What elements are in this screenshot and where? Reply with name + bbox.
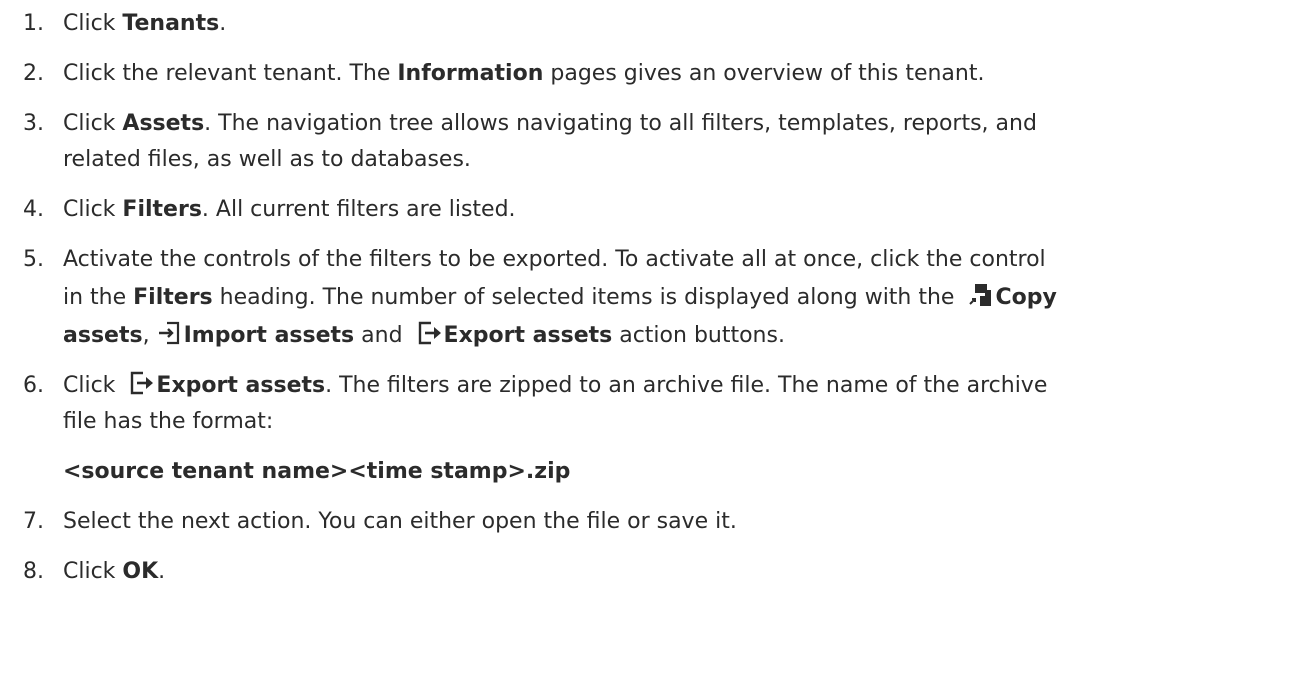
step-text: Activate the controls of the filters to … — [63, 247, 1046, 272]
ui-term-copy-assets: assets — [63, 323, 143, 348]
step-text-part: . — [158, 559, 166, 584]
step-text-part: Click — [63, 111, 123, 136]
step-text: Click the relevant tenant. The Informati… — [63, 54, 984, 94]
step-text-part: Click — [63, 559, 123, 584]
step-text-part: Click — [63, 11, 123, 36]
step-text-part: heading. The number of selected items is… — [212, 285, 962, 310]
ui-term-assets: Assets — [122, 111, 205, 136]
instruction-steps: 1. Click Tenants. 2. Click the relevant … — [0, 0, 1293, 681]
step-number: 1. — [23, 11, 44, 36]
ui-term-filters: Filters — [133, 285, 213, 310]
archive-filename-format: <source tenant name><time stamp>.zip — [63, 459, 571, 484]
step-text: Click OK. — [63, 552, 165, 592]
export-assets-icon — [128, 370, 154, 396]
step-number: 7. — [23, 509, 44, 534]
step-text-part: . All current filters are listed. — [201, 197, 516, 222]
ui-term-tenants: Tenants — [122, 11, 220, 36]
export-assets-icon — [416, 320, 442, 346]
step-text-part: action buttons. — [612, 323, 785, 348]
step-text: Click Export assets. The filters are zip… — [63, 366, 1047, 406]
step-number: 4. — [23, 197, 44, 222]
step-text: Click Assets. The navigation tree allows… — [63, 104, 1037, 144]
step-text-part: . The filters are zipped to an archive f… — [325, 373, 1048, 398]
step-text-part: pages gives an overview of this tenant. — [543, 61, 985, 86]
ui-term-ok: OK — [122, 559, 159, 584]
step-text: Select the next action. You can either o… — [63, 509, 737, 534]
step-5-line-3: assets, Import assets and Export assets a… — [63, 316, 785, 356]
ui-term-filters: Filters — [122, 197, 202, 222]
step-number: 3. — [23, 111, 44, 136]
step-number: 6. — [23, 373, 44, 398]
step-text-part: . The navigation tree allows navigating … — [204, 111, 1037, 136]
step-text-part: Click — [63, 373, 123, 398]
ui-term-information: Information — [397, 61, 544, 86]
step-5-line-2: in the Filters heading. The number of se… — [63, 278, 1057, 318]
ui-term-import-assets: Import assets — [183, 323, 355, 348]
step-text-part: Click — [63, 197, 123, 222]
step-text-part: . — [219, 11, 227, 36]
ui-term-export-assets: Export assets — [156, 373, 326, 398]
step-text-part: Click the relevant tenant. The — [63, 61, 398, 86]
step-text-part: and — [354, 323, 410, 348]
step-text: Click Tenants. — [63, 4, 226, 44]
copy-assets-icon — [967, 282, 993, 308]
import-assets-icon — [156, 320, 182, 346]
step-text-part: in the — [63, 285, 134, 310]
step-text: Click Filters. All current filters are l… — [63, 190, 516, 230]
step-number: 2. — [23, 61, 44, 86]
step-number: 8. — [23, 559, 44, 584]
step-6-continuation: file has the format: — [63, 409, 274, 434]
step-text-part: , — [142, 323, 150, 348]
step-number: 5. — [23, 247, 44, 272]
ui-term-export-assets: Export assets — [443, 323, 613, 348]
ui-term-copy: Copy — [995, 285, 1057, 310]
step-3-continuation: related files, as well as to databases. — [63, 147, 471, 172]
